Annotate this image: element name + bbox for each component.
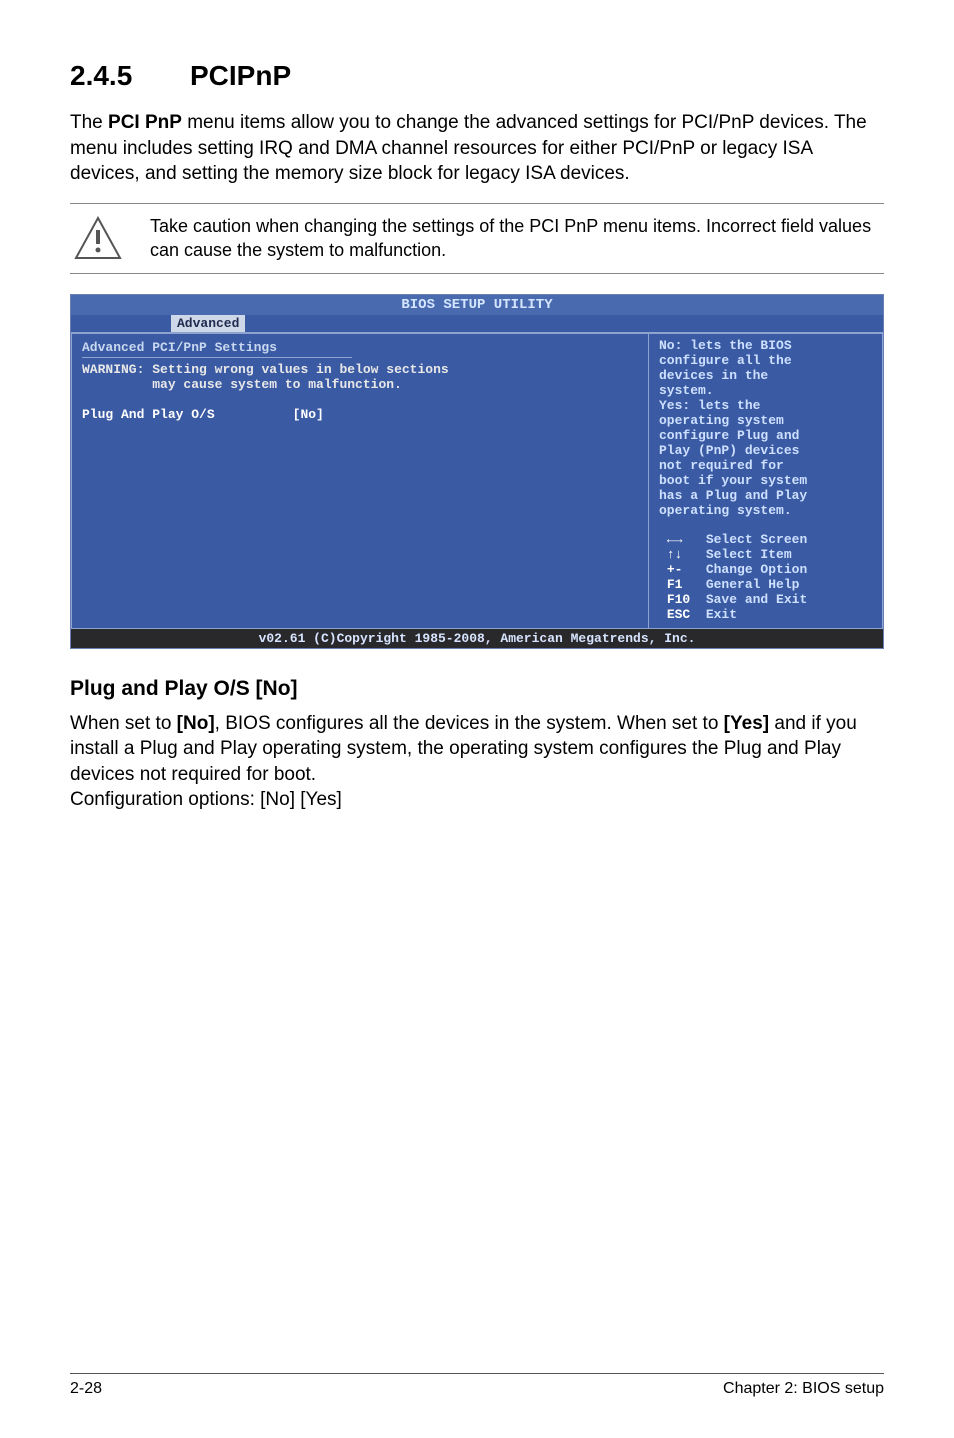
chapter-label: Chapter 2: BIOS setup (723, 1380, 884, 1398)
bios-setting-row[interactable]: Plug And Play O/S [No] (82, 407, 638, 422)
bios-help-line: not required for (659, 458, 872, 473)
bios-help-line: Play (PnP) devices (659, 443, 872, 458)
bios-subheading: Advanced PCI/PnP Settings (82, 340, 638, 355)
bios-footer: v02.61 (C)Copyright 1985-2008, American … (71, 629, 883, 648)
bios-divider (82, 357, 352, 358)
bios-tab-advanced[interactable]: Advanced (171, 315, 245, 332)
bios-help-text: No: lets the BIOS configure all the devi… (659, 338, 872, 518)
bios-title: BIOS SETUP UTILITY (71, 295, 883, 315)
section-title-text: PCIPnP (190, 60, 291, 91)
bios-nav-keys: ←→ Select Screen ↑↓ Select Item +- Chang… (659, 532, 872, 622)
caution-block: Take caution when changing the settings … (70, 203, 884, 274)
bios-help-line: boot if your system (659, 473, 872, 488)
bios-help-line: Yes: lets the (659, 398, 872, 413)
bios-warning-label: WARNING: (82, 362, 144, 377)
bios-help-line: configure Plug and (659, 428, 872, 443)
bios-warning: WARNING: Setting wrong values in below s… (82, 362, 638, 392)
page-footer: 2-28 Chapter 2: BIOS setup (70, 1373, 884, 1398)
bios-setting-value: [No] (293, 407, 324, 422)
bios-help-line: system. (659, 383, 872, 398)
intro-paragraph: The PCI PnP menu items allow you to chan… (70, 110, 884, 187)
config-options: Configuration options: [No] [Yes] (70, 789, 342, 810)
caution-icon (70, 216, 126, 260)
bios-help-line: configure all the (659, 353, 872, 368)
bios-tabs: Advanced (71, 315, 883, 332)
section-heading: 2.4.5PCIPnP (70, 60, 884, 92)
bios-panel: BIOS SETUP UTILITY Advanced Advanced PCI… (70, 294, 884, 649)
bios-help-line: has a Plug and Play (659, 488, 872, 503)
caution-text: Take caution when changing the settings … (146, 214, 884, 263)
bios-help-line: operating system (659, 413, 872, 428)
bios-help-line: operating system. (659, 503, 872, 518)
bios-help-line: devices in the (659, 368, 872, 383)
bold-yes: [Yes] (724, 713, 769, 734)
intro-bold: PCI PnP (108, 112, 182, 133)
bios-warning-line2: may cause system to malfunction. (152, 377, 402, 392)
section-number: 2.4.5 (70, 60, 190, 92)
page-number: 2-28 (70, 1380, 102, 1398)
bios-help-line: No: lets the BIOS (659, 338, 872, 353)
bios-right-pane: No: lets the BIOS configure all the devi… (648, 333, 883, 629)
bios-setting-label: Plug And Play O/S (82, 407, 215, 422)
bios-left-pane: Advanced PCI/PnP Settings WARNING: Setti… (71, 333, 648, 629)
subsection-body: When set to [No], BIOS configures all th… (70, 711, 884, 814)
subsection-heading: Plug and Play O/S [No] (70, 677, 884, 701)
bold-no: [No] (177, 713, 215, 734)
bios-warning-line1: Setting wrong values in below sections (152, 362, 448, 377)
